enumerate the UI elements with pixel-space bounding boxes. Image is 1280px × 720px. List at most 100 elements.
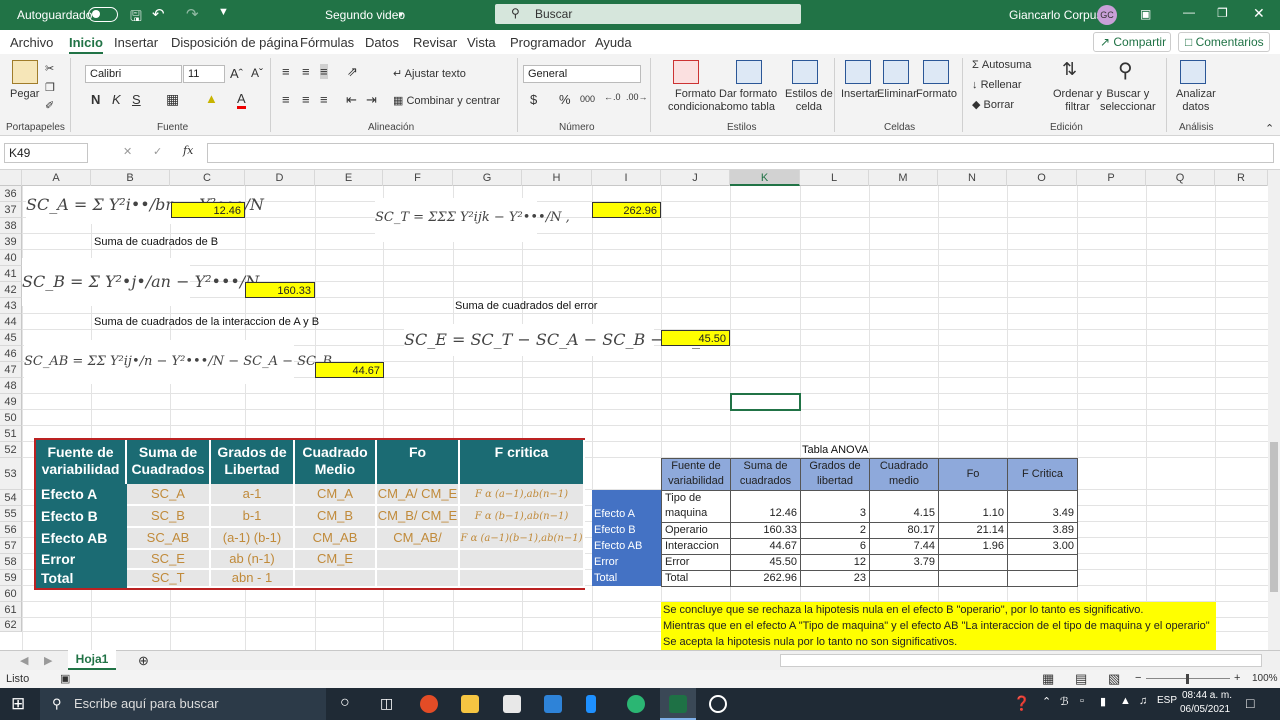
anova-cell[interactable]: Total <box>661 570 731 587</box>
column-header[interactable]: J <box>661 170 730 186</box>
cell-styles-button[interactable]: Estilos de celda <box>785 88 833 114</box>
vertical-scrollbar[interactable] <box>1268 170 1280 650</box>
row-header[interactable]: 48 <box>0 378 22 394</box>
anova-cell[interactable]: Error <box>661 554 731 571</box>
enter-icon[interactable]: ✓ <box>153 145 162 158</box>
anova-cell[interactable]: 44.67 <box>730 538 801 555</box>
row-header[interactable]: 40 <box>0 250 22 266</box>
cortana-icon[interactable]: ○ <box>340 694 350 712</box>
anova-cell[interactable]: Operario <box>661 522 731 539</box>
macro-record-icon[interactable]: ▣ <box>60 672 70 685</box>
anova-cell[interactable] <box>1007 570 1078 587</box>
cell-e47[interactable]: 44.67 <box>315 362 384 378</box>
conditional-format-icon[interactable] <box>673 60 699 84</box>
edge-icon[interactable] <box>627 695 645 713</box>
conditional-format-button[interactable]: Formato condicional <box>668 88 723 114</box>
tab-revisar[interactable]: Revisar <box>413 35 457 50</box>
anova-row-label[interactable]: Efecto AB <box>592 538 661 554</box>
row-header[interactable]: 37 <box>0 202 22 218</box>
anova-row-label[interactable]: Efecto B <box>592 522 661 538</box>
column-header[interactable]: O <box>1007 170 1077 186</box>
sort-filter-icon[interactable]: ⇅ <box>1062 59 1077 80</box>
borders-icon[interactable]: ▦ <box>166 91 179 108</box>
anova-row-label[interactable]: Error <box>592 554 661 570</box>
normal-view-icon[interactable]: ▦ <box>1042 671 1054 687</box>
cell-g43[interactable]: Suma de cuadrados del error <box>455 300 597 312</box>
volume-icon[interactable]: ♫ <box>1139 695 1147 707</box>
anova-cell[interactable] <box>938 570 1008 587</box>
font-size-select[interactable]: 11 <box>183 65 225 83</box>
orientation-icon[interactable]: ⇗ <box>347 64 358 80</box>
font-name-select[interactable]: Calibri <box>85 65 182 83</box>
anova-row-label[interactable]: Efecto A <box>592 506 661 522</box>
column-header[interactable]: L <box>800 170 869 186</box>
row-header[interactable]: 56 <box>0 522 22 538</box>
row-header[interactable]: 50 <box>0 410 22 426</box>
page-layout-icon[interactable]: ▤ <box>1075 671 1087 687</box>
anova-cell[interactable]: Tipo de maquina <box>661 490 731 523</box>
task-view-icon[interactable]: ◫ <box>380 695 393 712</box>
row-header[interactable]: 60 <box>0 586 22 602</box>
user-name[interactable]: Giancarlo Corpus <box>1009 8 1102 22</box>
anova-cell[interactable]: 21.14 <box>938 522 1008 539</box>
decrease-decimal-icon[interactable]: .00→ <box>626 92 648 102</box>
tab-ayuda[interactable]: Ayuda <box>595 35 632 50</box>
column-header[interactable]: H <box>522 170 592 186</box>
row-header[interactable]: 61 <box>0 602 22 618</box>
find-icon[interactable]: ⚲ <box>1118 58 1133 83</box>
anova-cell[interactable]: 2 <box>800 522 870 539</box>
insert-cells-icon[interactable] <box>845 60 871 84</box>
collapse-ribbon-icon[interactable]: ⌃ <box>1265 122 1274 135</box>
insert-cells-button[interactable]: Insertar <box>841 88 878 100</box>
app-icon[interactable] <box>586 695 596 713</box>
row-header[interactable]: 42 <box>0 282 22 298</box>
row-header[interactable]: 39 <box>0 234 22 250</box>
next-sheet-icon[interactable]: ▶ <box>44 654 52 667</box>
format-cells-button[interactable]: Formato <box>916 88 957 100</box>
name-box[interactable]: K49 <box>4 143 88 163</box>
row-header[interactable]: 43 <box>0 298 22 314</box>
zoom-slider-thumb[interactable] <box>1186 674 1189 684</box>
cell-b39[interactable]: Suma de cuadrados de B <box>94 236 218 248</box>
bluetooth-icon[interactable]: ℬ <box>1060 695 1069 708</box>
anova-row-label[interactable]: Total <box>592 570 661 586</box>
anova-cell[interactable]: 1.10 <box>938 490 1008 523</box>
align-middle-icon[interactable]: ≡ <box>302 64 310 79</box>
merge-center-button[interactable]: ▦ Combinar y centrar <box>393 94 500 107</box>
horizontal-scrollbar[interactable] <box>780 654 1262 667</box>
anova-title[interactable]: Tabla ANOVA <box>802 444 868 456</box>
font-color-icon[interactable]: A <box>237 91 246 109</box>
ribbon-display-icon[interactable]: ▣ <box>1140 7 1151 21</box>
file-name[interactable]: Segundo video <box>325 8 405 22</box>
row-header[interactable]: 46 <box>0 346 22 362</box>
tab-insertar[interactable]: Insertar <box>114 35 158 50</box>
column-header[interactable]: B <box>91 170 170 186</box>
sheet-tab-hoja1[interactable]: Hoja1 <box>68 650 116 670</box>
increase-indent-icon[interactable]: ⇥ <box>366 92 377 108</box>
anova-cell[interactable] <box>1007 554 1078 571</box>
align-right-icon[interactable]: ≡ <box>320 92 328 107</box>
share-button[interactable]: ↗ Compartir <box>1093 32 1171 52</box>
battery-icon[interactable]: ▮ <box>1100 695 1106 708</box>
tab-inicio[interactable]: Inicio <box>69 35 103 55</box>
row-header[interactable]: 57 <box>0 538 22 554</box>
cell-d42[interactable]: 160.33 <box>245 282 315 298</box>
column-header[interactable]: F <box>383 170 453 186</box>
autosum-button[interactable]: Σ Autosuma <box>972 59 1031 71</box>
cell-i37[interactable]: 262.96 <box>592 202 661 218</box>
anova-cell[interactable]: 7.44 <box>869 538 939 555</box>
column-header[interactable]: A <box>22 170 91 186</box>
column-header[interactable]: E <box>315 170 383 186</box>
conclusion-line-1[interactable]: Se concluye que se rechaza la hipotesis … <box>661 602 1216 618</box>
redo-icon[interactable]: ↷ <box>186 5 199 23</box>
network-icon[interactable]: ▫ <box>1080 695 1084 707</box>
zoom-out-icon[interactable]: − <box>1135 672 1141 684</box>
anova-cell[interactable]: 12 <box>800 554 870 571</box>
table-format-icon[interactable] <box>736 60 762 84</box>
filename-chevron-icon[interactable]: ▼ <box>397 10 405 19</box>
clear-button[interactable]: ◆ Borrar <box>972 98 1014 111</box>
conclusion-line-3[interactable]: Se acepta la hipotesis nula por lo tanto… <box>661 634 1216 650</box>
anova-cell[interactable]: 45.50 <box>730 554 801 571</box>
select-all[interactable] <box>0 170 22 186</box>
column-header[interactable]: G <box>453 170 522 186</box>
